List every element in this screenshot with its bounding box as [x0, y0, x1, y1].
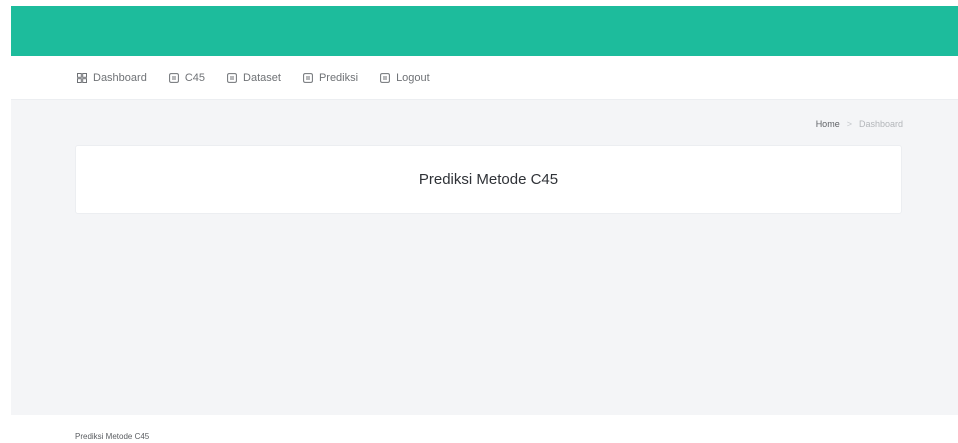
breadcrumb-separator: > [846, 119, 852, 129]
breadcrumb-current: Dashboard [858, 119, 903, 129]
grid-icon [77, 73, 87, 83]
nav-item-c45[interactable]: C45 [168, 72, 206, 84]
title-card: Prediksi Metode C45 [75, 145, 902, 214]
nav-item-logout[interactable]: Logout [380, 72, 430, 84]
document-icon [227, 73, 237, 83]
nav-item-label: Prediksi [318, 72, 359, 84]
document-icon [303, 73, 313, 83]
top-header-bar [11, 6, 958, 56]
document-icon [380, 73, 390, 83]
nav-item-dashboard[interactable]: Dashboard [77, 72, 147, 84]
footer-text: Prediksi Metode C45 [75, 432, 150, 441]
document-icon [168, 73, 179, 83]
nav-item-label: Logout [396, 72, 430, 84]
nav-menu: Dashboard C45 Dataset Prediksi Logout [77, 56, 452, 100]
nav-item-prediksi[interactable]: Prediksi [303, 72, 358, 84]
navigation-bar: Dashboard C45 Dataset Prediksi Logout [11, 56, 958, 100]
breadcrumb-home-link[interactable]: Home [816, 119, 840, 129]
page-title: Prediksi Metode C45 [418, 171, 559, 188]
nav-item-label: Dashboard [93, 72, 147, 84]
page: Dashboard C45 Dataset Prediksi Logout Ho… [0, 0, 958, 443]
nav-item-dataset[interactable]: Dataset [227, 72, 281, 84]
nav-item-label: Dataset [243, 72, 281, 84]
breadcrumb: Home > Dashboard [816, 119, 903, 129]
main-content: Home > Dashboard Prediksi Metode C45 [11, 100, 958, 415]
nav-item-label: C45 [184, 72, 206, 84]
